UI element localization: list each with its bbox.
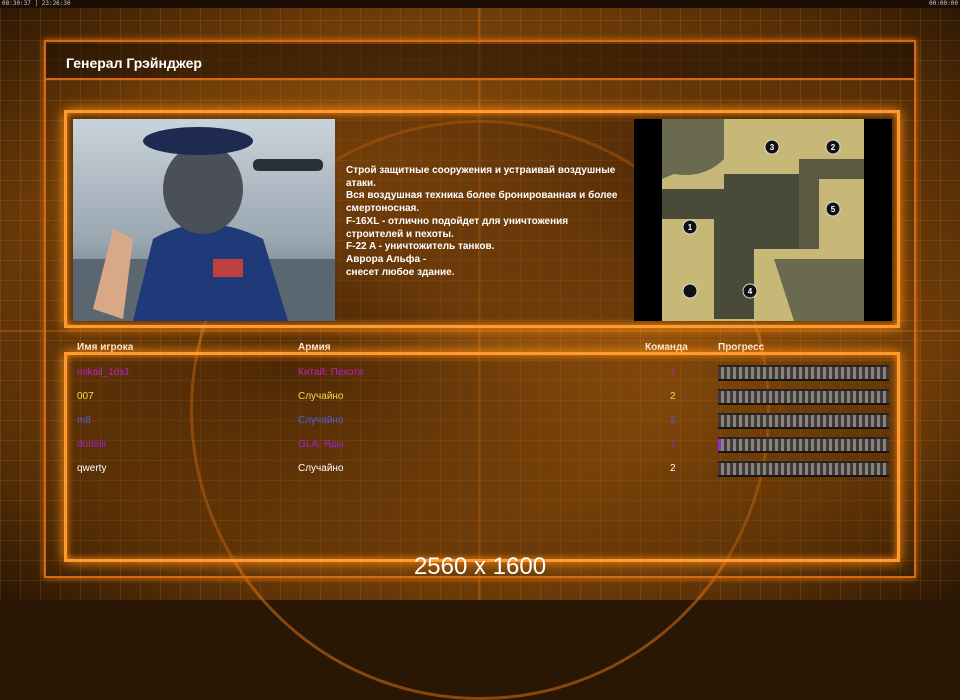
map-preview[interactable]: 1 2 3 4 5 — [634, 119, 892, 321]
start-position-5: 5 — [831, 205, 836, 214]
progress-bar — [718, 365, 889, 381]
status-bar: 08:30:37 | 23:26:30 00:00:00 — [0, 0, 960, 8]
resolution-label: 2560 x 1600 — [413, 553, 547, 580]
status-left: 08:30:37 | 23:26:30 — [2, 0, 71, 7]
player-name: mikail_1ds1 — [77, 367, 130, 378]
player-row: m8 Случайно 2 — [0, 413, 960, 429]
player-team: 1 — [670, 439, 676, 450]
general-portrait — [73, 119, 335, 321]
player-army: Случайно — [298, 391, 344, 402]
player-army: GLA: Яды — [298, 439, 344, 450]
player-list — [64, 352, 900, 562]
player-army: Китай: Пехота — [298, 367, 364, 378]
player-team: 1 — [670, 367, 676, 378]
general-title: Генерал Грэйнджер — [66, 55, 202, 71]
progress-bar — [718, 437, 889, 453]
start-position-1: 1 — [688, 223, 693, 232]
start-position-4: 4 — [748, 287, 753, 296]
player-team: 2 — [670, 415, 676, 426]
start-position-2: 2 — [831, 143, 836, 152]
player-team: 2 — [670, 463, 676, 474]
general-description: Строй защитные сооружения и устраивай во… — [346, 165, 618, 278]
progress-bar — [718, 461, 889, 477]
player-row: dunaiii GLA: Яды 1 — [0, 437, 960, 453]
progress-bar — [718, 413, 889, 429]
status-right: 00:00:00 — [929, 0, 958, 7]
player-row: mikail_1ds1 Китай: Пехота 1 — [0, 365, 960, 381]
player-name: m8 — [77, 415, 91, 426]
start-position-3: 3 — [770, 143, 775, 152]
player-name: dunaiii — [77, 439, 106, 450]
player-army: Случайно — [298, 415, 344, 426]
progress-bar — [718, 389, 889, 405]
player-row: 007 Случайно 2 — [0, 389, 960, 405]
player-army: Случайно — [298, 463, 344, 474]
player-team: 2 — [670, 391, 676, 402]
player-row: qwerty Случайно 2 — [0, 461, 960, 477]
player-name: qwerty — [77, 463, 107, 474]
progress-fill — [718, 439, 722, 451]
player-name: 007 — [77, 391, 94, 402]
